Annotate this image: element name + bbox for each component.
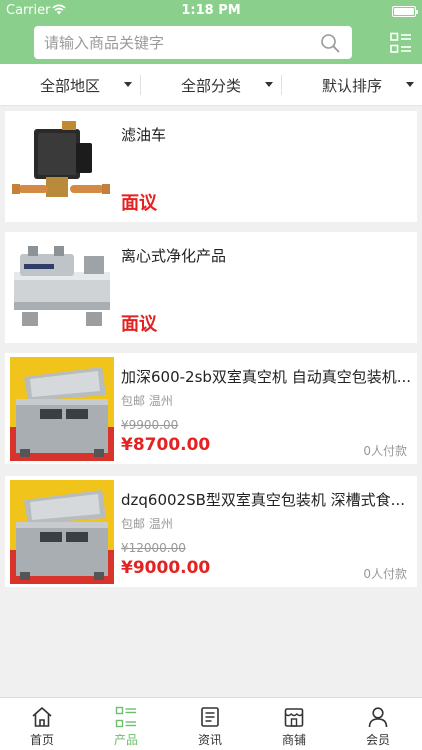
product-card[interactable]: 离心式净化产品 面议 xyxy=(5,232,417,343)
filter-sort-label: 默认排序 xyxy=(321,76,382,95)
product-price: 面议 xyxy=(121,193,157,214)
product-city: 温州 xyxy=(148,517,173,531)
tab-home-label: 首页 xyxy=(29,733,54,747)
chevron-down-icon xyxy=(265,82,273,87)
search-box[interactable] xyxy=(34,26,352,59)
tab-shop-label: 商铺 xyxy=(281,733,306,747)
tab-member[interactable]: 会员 xyxy=(336,698,420,750)
shipping-label: 包邮 xyxy=(121,517,146,531)
tab-member-label: 会员 xyxy=(365,733,390,747)
filter-region-dropdown[interactable]: 全部地区 xyxy=(0,64,140,106)
search-input[interactable] xyxy=(44,26,314,59)
product-old-price: ¥12000.00 xyxy=(121,541,186,555)
tab-home[interactable]: 首页 xyxy=(0,698,84,750)
filter-sort-dropdown[interactable]: 默认排序 xyxy=(282,64,422,106)
product-name: dzq6002SB型双室真空包装机 深槽式食... xyxy=(121,491,405,509)
product-shipping: 包邮 温州 xyxy=(121,392,173,409)
tab-shop[interactable]: 商铺 xyxy=(252,698,336,750)
clock-time: 1:18 PM xyxy=(181,3,241,18)
product-city: 温州 xyxy=(148,394,173,408)
home-icon xyxy=(32,707,52,727)
product-price: ¥9000.00 xyxy=(121,558,211,578)
shop-icon xyxy=(284,708,304,727)
product-old-price: ¥9900.00 xyxy=(121,418,179,432)
product-shipping: 包邮 温州 xyxy=(121,515,173,532)
tab-products-label: 产品 xyxy=(113,733,138,747)
shipping-label: 包邮 xyxy=(121,394,146,408)
tab-news-label: 资讯 xyxy=(197,733,222,747)
category-menu-icon[interactable] xyxy=(390,32,412,54)
product-name: 加深600-2sb双室真空机 自动真空包装机... xyxy=(121,368,411,386)
product-card[interactable]: 滤油车 面议 xyxy=(5,111,417,222)
status-bar: Carrier 1:18 PM xyxy=(0,0,422,22)
product-card[interactable]: dzq6002SB型双室真空包装机 深槽式食... 包邮 温州 ¥12000.0… xyxy=(5,476,417,587)
product-name: 滤油车 xyxy=(121,126,167,144)
product-price: ¥8700.00 xyxy=(121,435,211,455)
filter-category-label: 全部分类 xyxy=(180,76,241,95)
product-image xyxy=(10,480,114,584)
product-sold-count: 0人付款 xyxy=(363,444,407,458)
user-icon xyxy=(368,707,388,728)
filter-region-label: 全部地区 xyxy=(39,76,100,95)
chevron-down-icon xyxy=(124,82,132,87)
product-price: 面议 xyxy=(121,314,157,335)
filter-category-dropdown[interactable]: 全部分类 xyxy=(141,64,281,106)
tab-news[interactable]: 资讯 xyxy=(168,698,252,750)
product-list-icon xyxy=(115,706,136,728)
product-image xyxy=(10,236,114,340)
news-icon xyxy=(201,707,219,727)
tab-products[interactable]: 产品 xyxy=(84,698,168,750)
product-sold-count: 0人付款 xyxy=(363,567,407,581)
battery-icon xyxy=(392,6,418,17)
bottom-tab-bar: 首页 产品 资讯 商铺 会员 xyxy=(0,697,422,750)
header-bar: Carrier 1:18 PM xyxy=(0,0,422,64)
search-icon[interactable] xyxy=(320,33,340,53)
product-image xyxy=(10,115,114,219)
product-image xyxy=(10,357,114,461)
product-card[interactable]: 加深600-2sb双室真空机 自动真空包装机... 包邮 温州 ¥9900.00… xyxy=(5,353,417,464)
chevron-down-icon xyxy=(406,82,414,87)
filter-bar: 全部地区 全部分类 默认排序 xyxy=(0,64,422,106)
product-name: 离心式净化产品 xyxy=(121,247,227,265)
